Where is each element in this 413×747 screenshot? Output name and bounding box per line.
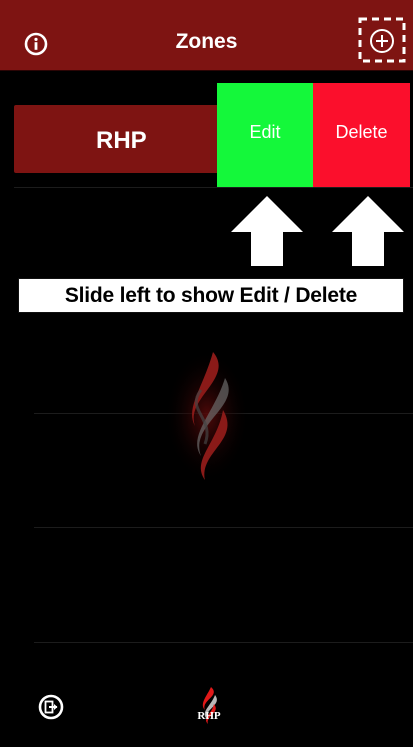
navigation-bar: Zones [0,0,413,71]
delete-button[interactable]: Delete [313,83,410,187]
zone-name: RHP [96,127,147,154]
footer-logo-text: RHP [197,710,221,722]
zone-card[interactable]: RHP [14,105,220,173]
up-arrow-icon [231,196,303,266]
row-divider [34,527,413,528]
up-arrow-icon [332,196,404,266]
add-zone-icon [370,29,394,53]
hint-banner: Slide left to show Edit / Delete [18,278,404,313]
zone-row[interactable]: RHP Edit Delete [0,83,413,187]
row-divider [14,187,413,188]
flame-watermark-icon [165,350,249,482]
page-title: Zones [175,30,238,53]
add-zone-button[interactable] [358,17,406,63]
exit-icon[interactable] [38,694,64,720]
row-divider [34,642,413,643]
edit-button[interactable]: Edit [217,83,313,187]
